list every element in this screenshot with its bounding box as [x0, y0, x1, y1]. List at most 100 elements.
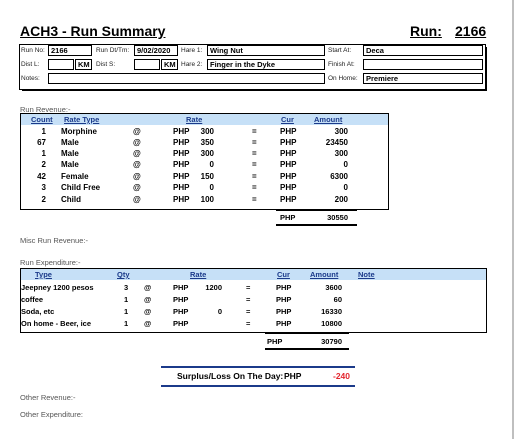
- equals-sign: =: [252, 195, 257, 204]
- rev-count: 1: [41, 127, 46, 136]
- finish-field[interactable]: [363, 59, 483, 70]
- rev-rate-cur: PHP: [173, 138, 190, 147]
- equals-sign: =: [246, 319, 251, 328]
- dist-s-field[interactable]: [134, 59, 160, 70]
- rev-rate: 150: [200, 172, 214, 181]
- other-expenditure-label: Other Expenditure:: [20, 410, 83, 419]
- rev-amount: 0: [343, 160, 348, 169]
- exp-qty: 1: [124, 307, 129, 316]
- dist-l-field[interactable]: [48, 59, 74, 70]
- exp-amount: 10800: [321, 319, 342, 328]
- rev-cur: PHP: [280, 149, 297, 158]
- start-field[interactable]: Deca: [363, 45, 483, 56]
- hare1-label: Hare 1:: [181, 47, 203, 54]
- at-sign: @: [133, 149, 141, 158]
- exp-cur: PHP: [276, 295, 292, 304]
- rev-cur: PHP: [280, 138, 297, 147]
- km-unit-1: KM: [75, 59, 92, 70]
- rev-cur: PHP: [280, 183, 297, 192]
- run-dt-field[interactable]: 9/02/2020: [134, 45, 178, 56]
- misc-revenue-label: Misc Run Revenue:-: [20, 236, 88, 245]
- equals-sign: =: [252, 183, 257, 192]
- rev-col-cur: Cur: [281, 115, 294, 124]
- finish-label: Finish At:: [328, 61, 355, 68]
- rev-rate-cur: PHP: [173, 195, 190, 204]
- rev-type: Male: [61, 138, 79, 147]
- at-sign: @: [144, 295, 152, 304]
- rev-rate-cur: PHP: [173, 160, 190, 169]
- rev-rate: 300: [200, 127, 214, 136]
- at-sign: @: [133, 195, 141, 204]
- equals-sign: =: [252, 172, 257, 181]
- dist-s-label: Dist S:: [96, 61, 116, 68]
- rev-rate-cur: PHP: [173, 172, 190, 181]
- onhome-field[interactable]: Premiere: [363, 73, 483, 84]
- rev-count: 1: [41, 149, 46, 158]
- exp-col-rate: Rate: [190, 270, 207, 279]
- rev-cur: PHP: [280, 160, 297, 169]
- exp-rate-cur: PHP: [173, 295, 189, 304]
- exp-col-amount: Amount: [310, 270, 339, 279]
- run-no-field[interactable]: 2166: [48, 45, 92, 56]
- page-edge-right: [512, 0, 514, 439]
- exp-total-top-rule: [265, 333, 349, 334]
- rev-type: Female: [61, 172, 89, 181]
- rev-count: 42: [37, 172, 46, 181]
- at-sign: @: [133, 183, 141, 192]
- rev-rate: 350: [200, 138, 214, 147]
- notes-field[interactable]: [48, 73, 325, 84]
- exp-type: On home - Beer, ice: [21, 319, 92, 328]
- exp-rate-cur: PHP: [173, 283, 189, 292]
- rev-total-bottom-rule: [276, 224, 357, 226]
- run-dt-label: Run Dt/Tm:: [96, 47, 130, 54]
- equals-sign: =: [252, 149, 257, 158]
- rev-rate-cur: PHP: [173, 183, 190, 192]
- rev-col-rate-type: Rate Type: [64, 115, 100, 124]
- at-sign: @: [144, 283, 152, 292]
- box-shadow-right: [485, 47, 487, 91]
- rev-amount: 0: [343, 183, 348, 192]
- km-unit-2: KM: [161, 59, 178, 70]
- rev-count: 3: [41, 183, 46, 192]
- exp-total-bottom-rule: [265, 348, 349, 350]
- exp-amount: 16330: [321, 307, 342, 316]
- rev-type: Child: [61, 195, 81, 204]
- equals-sign: =: [246, 295, 251, 304]
- surplus-value: -240: [333, 371, 351, 381]
- rev-rate: 100: [200, 195, 214, 204]
- equals-sign: =: [252, 127, 257, 136]
- exp-amount: 3600: [325, 283, 342, 292]
- exp-rate-cur: PHP: [173, 319, 189, 328]
- exp-type: coffee: [21, 295, 44, 304]
- rev-count: 67: [37, 138, 46, 147]
- exp-cur: PHP: [276, 283, 292, 292]
- run-number: 2166: [455, 23, 487, 39]
- rev-amount: 23450: [325, 138, 348, 147]
- equals-sign: =: [246, 307, 251, 316]
- surplus-label: Surplus/Loss On The Day:: [177, 371, 284, 381]
- expenditure-header-row: [21, 269, 486, 280]
- rev-type: Male: [61, 160, 79, 169]
- exp-cur: PHP: [276, 307, 292, 316]
- hare2-label: Hare 2:: [181, 61, 203, 68]
- exp-col-type: Type: [35, 270, 52, 279]
- page-title: ACH3 - Run Summary: [20, 23, 166, 39]
- exp-type: Jeepney 1200 pesos: [21, 283, 94, 292]
- other-revenue-label: Other Revenue:-: [20, 393, 76, 402]
- rev-amount: 200: [334, 195, 348, 204]
- hare1-field[interactable]: Wing Nut: [207, 45, 325, 56]
- start-label: Start At:: [328, 47, 352, 54]
- rev-amount: 300: [334, 149, 348, 158]
- exp-rate-cur: PHP: [173, 307, 189, 316]
- equals-sign: =: [252, 138, 257, 147]
- rev-total-cur: PHP: [280, 213, 296, 222]
- rev-count: 2: [41, 195, 46, 204]
- rev-cur: PHP: [280, 195, 297, 204]
- hare2-field[interactable]: Finger in the Dyke: [207, 59, 325, 70]
- rev-amount: 300: [334, 127, 348, 136]
- exp-type: Soda, etc: [21, 307, 55, 316]
- rev-col-amount: Amount: [314, 115, 343, 124]
- rev-col-count: Count: [31, 115, 53, 124]
- equals-sign: =: [246, 283, 251, 292]
- exp-rate: 0: [217, 307, 222, 316]
